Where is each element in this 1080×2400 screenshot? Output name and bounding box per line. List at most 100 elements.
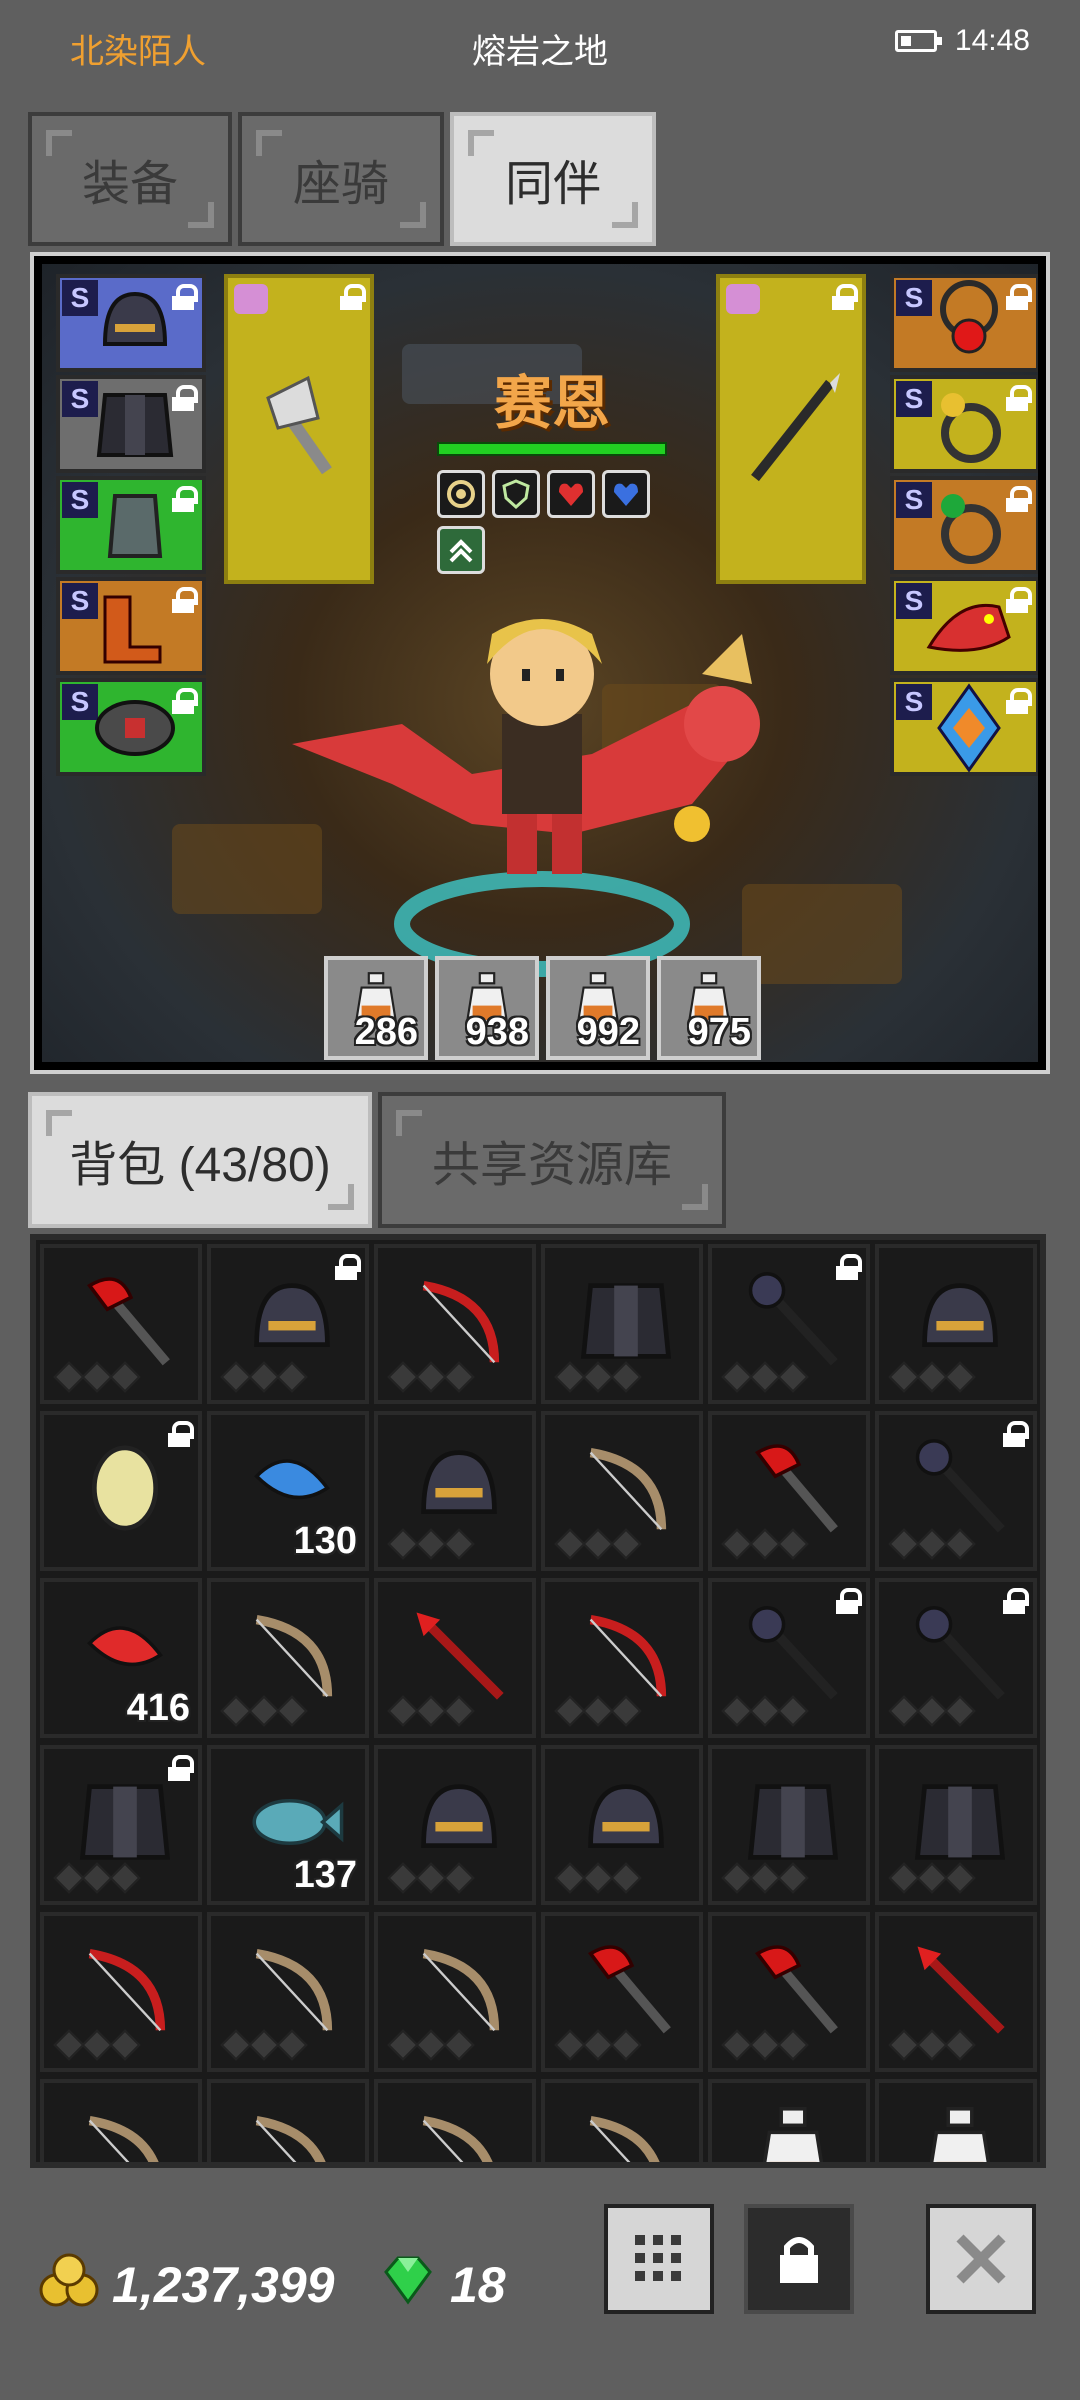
tab-mount[interactable]: 座骑 (238, 112, 444, 246)
inventory-cell[interactable] (40, 2079, 202, 2162)
inventory-cell[interactable] (708, 1912, 870, 2072)
inventory-cell[interactable] (875, 1411, 1037, 1571)
inventory-cell[interactable] (374, 2079, 536, 2162)
swirl-icon[interactable] (437, 470, 485, 518)
potion-slot[interactable]: 992 (546, 956, 650, 1060)
inventory-cell[interactable] (541, 1745, 703, 1905)
potion-icon (762, 2107, 824, 2162)
heart-icon[interactable] (547, 470, 595, 518)
potion-count: 938 (465, 1011, 529, 1053)
axe-icon (266, 375, 332, 475)
inventory-cell[interactable] (374, 1411, 536, 1571)
hero-sprite (292, 619, 760, 977)
rank-up-icon[interactable] (437, 526, 485, 574)
inventory-cell[interactable]: 416 (40, 1578, 202, 1738)
inventory-cell[interactable] (541, 1244, 703, 1404)
inventory-cell[interactable] (207, 1578, 369, 1738)
potion-slot[interactable]: 938 (435, 956, 539, 1060)
equipment-slot[interactable]: S (56, 274, 206, 372)
inventory-cell[interactable] (374, 1578, 536, 1738)
belt-icon (95, 700, 175, 756)
inventory-cell[interactable] (541, 1411, 703, 1571)
inventory-cell[interactable] (708, 1411, 870, 1571)
equipment-slot[interactable]: S (56, 375, 206, 473)
gauntlet-icon (107, 494, 163, 558)
hero-panel: 赛恩 SSSSS SSSSS 286 938 992 975 (30, 252, 1050, 1074)
inventory-cell[interactable] (207, 2079, 369, 2162)
inventory-cell[interactable] (40, 1411, 202, 1571)
lock-button[interactable] (744, 2204, 854, 2314)
blue-heart-icon[interactable] (602, 470, 650, 518)
tab-shared-storage[interactable]: 共享资源库 (378, 1092, 726, 1228)
equipment-slot[interactable]: S (56, 476, 206, 574)
inventory-cell[interactable] (875, 1244, 1037, 1404)
lock-icon (1003, 1588, 1029, 1614)
equipment-slot[interactable]: S (890, 678, 1038, 776)
inventory-cell[interactable] (374, 1912, 536, 2072)
item-count: 130 (293, 1520, 357, 1562)
lock-icon (340, 284, 366, 310)
inventory-cell[interactable] (875, 1912, 1037, 2072)
inventory-cell[interactable] (40, 1745, 202, 1905)
inventory-cell[interactable]: 130 (207, 1411, 369, 1571)
equipment-slot[interactable]: S (56, 577, 206, 675)
inventory-cell[interactable] (708, 1244, 870, 1404)
tab-label: 共享资源库 (431, 1139, 672, 1192)
inventory-cell[interactable] (374, 1244, 536, 1404)
weapon-slot-right[interactable] (716, 274, 866, 584)
armor-icon (96, 393, 174, 457)
potion-slot[interactable]: 975 (657, 956, 761, 1060)
tab-companion[interactable]: 同伴 (450, 112, 656, 246)
socket-slots (387, 1361, 475, 1393)
inventory-cell[interactable]: 137 (207, 1745, 369, 1905)
socket-slots (220, 1695, 308, 1727)
inventory-cell[interactable] (207, 1244, 369, 1404)
potion-count: 975 (687, 1011, 751, 1053)
socket-slots (53, 1361, 141, 1393)
lock-icon (836, 1254, 862, 1280)
shield-icon[interactable] (492, 470, 540, 518)
tab-equipment[interactable]: 装备 (28, 112, 232, 246)
inventory-cell[interactable] (875, 1745, 1037, 1905)
inventory-cell[interactable] (40, 1244, 202, 1404)
inventory-grid[interactable]: 130 416 137 (30, 1234, 1046, 2168)
equipment-slot[interactable]: S (56, 678, 206, 776)
inventory-cell[interactable] (541, 1912, 703, 2072)
equipment-slot[interactable]: S (890, 577, 1038, 675)
tab-corner-decoration (468, 130, 494, 156)
lock-icon (836, 1588, 862, 1614)
socket-slots (554, 1528, 642, 1560)
wooden-bow-icon (255, 2115, 326, 2162)
socket-slots (721, 2029, 809, 2061)
socket-slots (888, 1695, 976, 1727)
inventory-cell[interactable] (875, 2079, 1037, 2162)
tab-corner-decoration (328, 1184, 354, 1210)
inventory-cell[interactable] (708, 2079, 870, 2162)
inventory-cell[interactable] (541, 2079, 703, 2162)
item-count: 137 (293, 1854, 357, 1896)
equipment-slot[interactable]: S (890, 375, 1038, 473)
equipment-slot[interactable]: S (890, 476, 1038, 574)
close-button[interactable] (926, 2204, 1036, 2314)
inventory-cell[interactable] (40, 1912, 202, 2072)
equipment-slot[interactable]: S (890, 274, 1038, 372)
spear-icon (751, 373, 840, 482)
inventory-cell[interactable] (541, 1578, 703, 1738)
inventory-cell[interactable] (374, 1745, 536, 1905)
tab-label: 座骑 (292, 158, 389, 211)
grid-button[interactable] (604, 2204, 714, 2314)
lock-icon (1003, 1421, 1029, 1447)
inventory-cell[interactable] (708, 1745, 870, 1905)
inventory-cell[interactable] (708, 1578, 870, 1738)
potion-count: 286 (354, 1011, 418, 1053)
weapon-slot-left[interactable] (224, 274, 374, 584)
tab-backpack[interactable]: 背包 (43/80) (28, 1092, 372, 1228)
dragon-pet-icon (926, 603, 1011, 652)
socket-slots (888, 1361, 976, 1393)
inventory-cell[interactable] (207, 1912, 369, 2072)
close-icon (956, 2234, 1006, 2284)
gem-icon (384, 2256, 432, 2305)
potion-slot[interactable]: 286 (324, 956, 428, 1060)
hero-scene: 赛恩 SSSSS SSSSS 286 938 992 975 (42, 264, 1038, 1062)
inventory-cell[interactable] (875, 1578, 1037, 1738)
